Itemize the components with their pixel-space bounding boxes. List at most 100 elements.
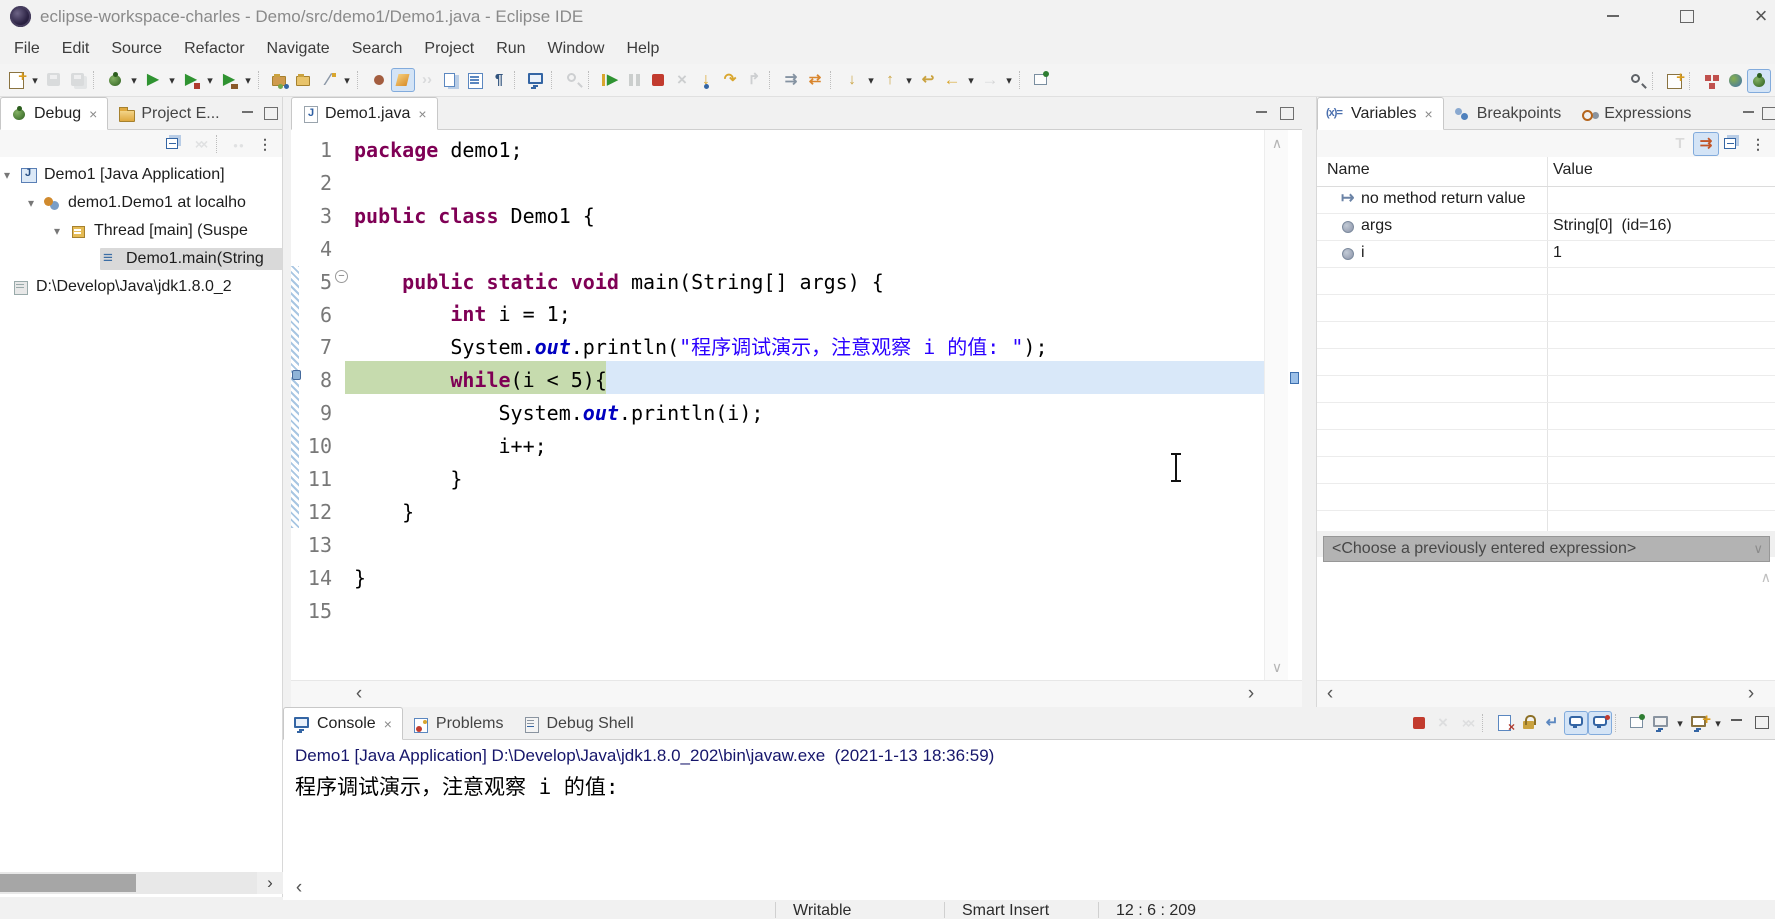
column-header-name[interactable]: Name bbox=[1327, 161, 1370, 179]
window-minimize-button[interactable] bbox=[1590, 0, 1636, 32]
scroll-up-icon[interactable]: ∧ bbox=[1265, 132, 1289, 154]
tab-variables[interactable]: Variables× bbox=[1317, 97, 1444, 130]
empty-variable-row[interactable] bbox=[1317, 403, 1775, 430]
show-whitespace-icon[interactable] bbox=[487, 68, 511, 92]
coverage-dropdown-icon[interactable] bbox=[203, 68, 217, 92]
previous-annotation-dropdown-icon[interactable] bbox=[902, 68, 916, 92]
step-over-icon[interactable] bbox=[718, 68, 742, 92]
new-wizard-dropdown-icon[interactable] bbox=[28, 68, 42, 92]
type-hierarchy-icon[interactable] bbox=[439, 68, 463, 92]
annotate-icon[interactable] bbox=[316, 68, 340, 92]
chevron-down-icon[interactable]: ▾ bbox=[4, 168, 20, 182]
scroll-left-icon[interactable]: ‹ bbox=[349, 684, 369, 704]
maximize-view-icon[interactable] bbox=[1749, 711, 1773, 735]
empty-variable-row[interactable] bbox=[1317, 430, 1775, 457]
search-icon[interactable] bbox=[1625, 69, 1649, 93]
minimize-view-icon[interactable] bbox=[1741, 106, 1757, 120]
minimize-view-icon[interactable] bbox=[1725, 711, 1749, 735]
next-annotation-icon[interactable] bbox=[840, 68, 864, 92]
code-line-12[interactable]: } bbox=[354, 496, 1048, 529]
view-menu-icon[interactable] bbox=[252, 132, 278, 156]
show-logical-structures-icon[interactable] bbox=[1693, 132, 1719, 156]
variable-row-args[interactable]: argsString[0] (id=16) bbox=[1317, 214, 1775, 241]
maximize-view-icon[interactable] bbox=[1760, 106, 1775, 120]
menu-navigate[interactable]: Navigate bbox=[256, 36, 341, 62]
scroll-up-icon[interactable]: ∧ bbox=[1761, 569, 1771, 586]
java-ee-perspective-icon[interactable] bbox=[1699, 69, 1723, 93]
menu-window[interactable]: Window bbox=[537, 36, 616, 62]
empty-variable-row[interactable] bbox=[1317, 322, 1775, 349]
menu-file[interactable]: File bbox=[3, 36, 51, 62]
window-close-button[interactable] bbox=[1738, 0, 1775, 32]
window-maximize-button[interactable] bbox=[1664, 0, 1710, 32]
open-task-icon[interactable] bbox=[268, 68, 292, 92]
run-external-tools-dropdown-icon[interactable] bbox=[241, 68, 255, 92]
minimize-view-icon[interactable] bbox=[1254, 106, 1270, 120]
java-perspective-icon[interactable] bbox=[1723, 69, 1747, 93]
run-external-tools-icon[interactable] bbox=[217, 68, 241, 92]
code-line-7[interactable]: System.out.println("程序调试演示，注意观察 i 的值: ")… bbox=[354, 331, 1048, 364]
empty-variable-row[interactable] bbox=[1317, 349, 1775, 376]
pin-editor-icon[interactable] bbox=[1029, 68, 1053, 92]
tree-item[interactable]: ▾demo1.Demo1 at localho bbox=[0, 189, 282, 217]
use-step-filters-icon[interactable] bbox=[803, 68, 827, 92]
clear-console-icon[interactable] bbox=[1492, 711, 1516, 735]
tree-item[interactable]: Demo1.main(String bbox=[0, 245, 282, 273]
menu-help[interactable]: Help bbox=[615, 36, 670, 62]
code-line-1[interactable]: package demo1; bbox=[354, 134, 1048, 167]
word-wrap-icon[interactable] bbox=[1540, 711, 1564, 735]
code-area[interactable]: package demo1; public class Demo1 { publ… bbox=[354, 134, 1048, 627]
empty-variable-row[interactable] bbox=[1317, 268, 1775, 295]
open-perspective-icon[interactable] bbox=[1662, 69, 1686, 93]
chevron-down-icon[interactable]: ▾ bbox=[28, 196, 44, 210]
tree-item[interactable]: ▾Thread [main] (Suspe bbox=[0, 217, 282, 245]
terminate-icon[interactable] bbox=[1407, 711, 1431, 735]
scroll-down-icon[interactable]: ∨ bbox=[1265, 656, 1289, 678]
back-dropdown-icon[interactable] bbox=[964, 68, 978, 92]
chevron-down-icon[interactable]: ∨ bbox=[1753, 537, 1763, 561]
mark-occurrences-icon[interactable] bbox=[391, 68, 415, 92]
terminate-icon[interactable] bbox=[646, 68, 670, 92]
last-edit-location-icon[interactable] bbox=[916, 68, 940, 92]
display-selected-console-dropdown-icon[interactable] bbox=[1673, 711, 1687, 735]
scroll-left-icon[interactable]: ‹ bbox=[1320, 684, 1340, 704]
variable-row-i[interactable]: i1 bbox=[1317, 241, 1775, 268]
menu-search[interactable]: Search bbox=[341, 36, 414, 62]
column-header-value[interactable]: Value bbox=[1553, 161, 1593, 179]
empty-variable-row[interactable] bbox=[1317, 376, 1775, 403]
tree-item[interactable]: ▾Demo1 [Java Application] bbox=[0, 161, 282, 189]
skip-all-breakpoints-icon[interactable] bbox=[779, 68, 803, 92]
tab-console[interactable]: Console× bbox=[283, 707, 403, 740]
code-line-10[interactable]: i++; bbox=[354, 430, 1048, 463]
annotation-ruler[interactable] bbox=[1288, 130, 1302, 680]
open-resource-icon[interactable] bbox=[292, 68, 316, 92]
empty-variable-row[interactable] bbox=[1317, 457, 1775, 484]
code-line-13[interactable] bbox=[354, 529, 1048, 562]
tab-project-e-[interactable]: Project E... bbox=[108, 97, 229, 130]
outline-icon[interactable] bbox=[463, 68, 487, 92]
editor-vertical-scrollbar[interactable]: ∧ ∨ bbox=[1264, 130, 1288, 680]
tab-debug-shell[interactable]: Debug Shell bbox=[513, 707, 643, 740]
menu-edit[interactable]: Edit bbox=[51, 36, 101, 62]
code-line-8[interactable]: while(i < 5){ bbox=[354, 364, 1048, 397]
debug-dropdown-icon[interactable] bbox=[127, 68, 141, 92]
code-line-6[interactable]: int i = 1; bbox=[354, 298, 1048, 331]
resume-icon[interactable] bbox=[598, 68, 622, 92]
view-menu-icon[interactable] bbox=[1745, 132, 1771, 156]
next-annotation-dropdown-icon[interactable] bbox=[864, 68, 878, 92]
new-breakpoint-icon[interactable] bbox=[367, 68, 391, 92]
variables-horizontal-scrollbar[interactable]: ‹ › bbox=[1317, 680, 1775, 707]
code-line-2[interactable] bbox=[354, 167, 1048, 200]
line-number-gutter[interactable]: 123456789101112131415 bbox=[302, 134, 332, 628]
menu-run[interactable]: Run bbox=[485, 36, 536, 62]
debug-icon[interactable] bbox=[103, 68, 127, 92]
scroll-right-icon[interactable]: › bbox=[257, 872, 283, 894]
code-line-4[interactable] bbox=[354, 233, 1048, 266]
tab-problems[interactable]: Problems bbox=[403, 707, 514, 740]
tab-demo1-java[interactable]: Demo1.java × bbox=[291, 97, 438, 130]
editor-horizontal-scrollbar[interactable]: ‹ › bbox=[291, 680, 1302, 707]
variable-detail-pane[interactable]: ∧ bbox=[1317, 563, 1775, 680]
code-line-14[interactable]: } bbox=[354, 562, 1048, 595]
annotate-dropdown-icon[interactable] bbox=[340, 68, 354, 92]
tab-expressions[interactable]: Expressions bbox=[1571, 97, 1701, 130]
